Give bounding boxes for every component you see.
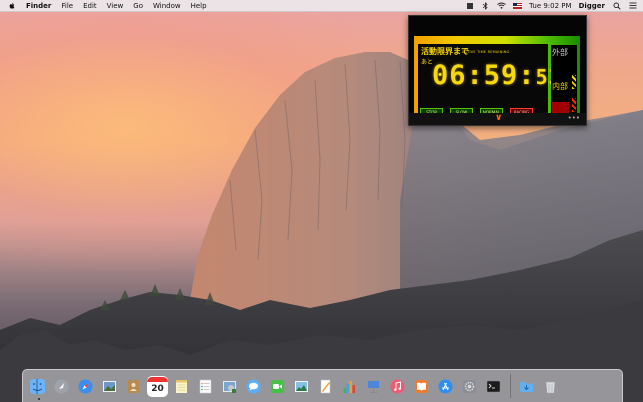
app-store-icon[interactable] bbox=[435, 376, 456, 397]
timer-display: 活動限界まで あと ACTIVE TIME REMAINING 06:59:53… bbox=[418, 44, 561, 118]
calendar-icon[interactable]: 20 bbox=[147, 375, 168, 397]
menubar-user[interactable]: Digger bbox=[579, 2, 605, 10]
menu-bar: Finder File Edit View Go Window Help Tue… bbox=[0, 0, 643, 12]
facetime-icon[interactable] bbox=[267, 376, 288, 397]
keynote-icon[interactable] bbox=[363, 376, 384, 397]
finder-running-indicator bbox=[38, 398, 40, 400]
menubar-status-area: Tue 9:02 PM Digger bbox=[465, 0, 637, 11]
terminal-icon[interactable] bbox=[483, 376, 504, 397]
timer-bottom-bar: ∨ ••• bbox=[409, 113, 586, 125]
apple-menu-icon[interactable] bbox=[8, 2, 16, 10]
notification-center-icon[interactable] bbox=[628, 2, 637, 10]
timer-face: 活動限界まで あと ACTIVE TIME REMAINING 06:59:53… bbox=[414, 36, 580, 123]
messages-icon[interactable] bbox=[243, 376, 264, 397]
flag-icon[interactable] bbox=[513, 2, 523, 10]
menubar-clock[interactable]: Tue 9:02 PM bbox=[529, 2, 571, 10]
safari-icon[interactable] bbox=[75, 376, 96, 397]
system-preferences-icon[interactable] bbox=[459, 376, 480, 397]
external-label: 外部 bbox=[552, 48, 568, 57]
photos-icon[interactable] bbox=[291, 376, 312, 397]
more-options-icon[interactable]: ••• bbox=[568, 114, 580, 122]
internal-label: 内部 bbox=[552, 82, 568, 91]
ibooks-icon[interactable] bbox=[411, 376, 432, 397]
calendar-day: 20 bbox=[151, 383, 164, 394]
pages-icon[interactable] bbox=[315, 376, 336, 397]
numbers-icon[interactable] bbox=[339, 376, 360, 397]
menu-app-name[interactable]: Finder bbox=[26, 2, 51, 10]
finder-icon[interactable] bbox=[27, 376, 48, 397]
timer-colon-1: : bbox=[466, 60, 484, 91]
timer-hours: 06 bbox=[432, 60, 467, 91]
menu-file[interactable]: File bbox=[61, 2, 73, 10]
trash-icon[interactable] bbox=[540, 376, 561, 397]
timer-colon-2: : bbox=[518, 60, 536, 91]
downloads-folder-icon[interactable] bbox=[516, 376, 537, 397]
warning-stripe bbox=[572, 75, 576, 89]
danger-stripe bbox=[572, 98, 576, 112]
launchpad-icon[interactable] bbox=[51, 376, 72, 397]
app-status-icon[interactable] bbox=[465, 2, 474, 10]
reminders-icon[interactable] bbox=[195, 376, 216, 397]
desktop: Finder File Edit View Go Window Help Tue… bbox=[0, 0, 643, 402]
contacts-icon[interactable] bbox=[123, 376, 144, 397]
timer-side-panel: 外部 内部 bbox=[551, 45, 577, 117]
preview-photo-icon[interactable] bbox=[99, 376, 120, 397]
bluetooth-icon[interactable] bbox=[481, 1, 490, 10]
active-time-label: ACTIVE TIME REMAINING bbox=[462, 50, 510, 54]
dock-separator bbox=[510, 374, 511, 398]
notes-icon[interactable] bbox=[171, 376, 192, 397]
countdown-timer-widget[interactable]: 活動限界まで あと ACTIVE TIME REMAINING 06:59:53… bbox=[408, 15, 587, 126]
wifi-icon[interactable] bbox=[497, 2, 506, 10]
menu-go[interactable]: Go bbox=[133, 2, 143, 10]
dock: 20 bbox=[22, 369, 623, 402]
spotlight-search-icon[interactable] bbox=[612, 2, 621, 10]
timer-digits: 06:59:53 bbox=[432, 60, 562, 91]
menu-edit[interactable]: Edit bbox=[83, 2, 97, 10]
itunes-icon[interactable] bbox=[387, 376, 408, 397]
menu-help[interactable]: Help bbox=[191, 2, 207, 10]
menu-window[interactable]: Window bbox=[153, 2, 181, 10]
timer-minutes: 59 bbox=[483, 60, 519, 91]
photo-booth-icon[interactable] bbox=[219, 376, 240, 397]
menu-view[interactable]: View bbox=[107, 2, 124, 10]
chevron-down-icon[interactable]: ∨ bbox=[495, 113, 502, 123]
